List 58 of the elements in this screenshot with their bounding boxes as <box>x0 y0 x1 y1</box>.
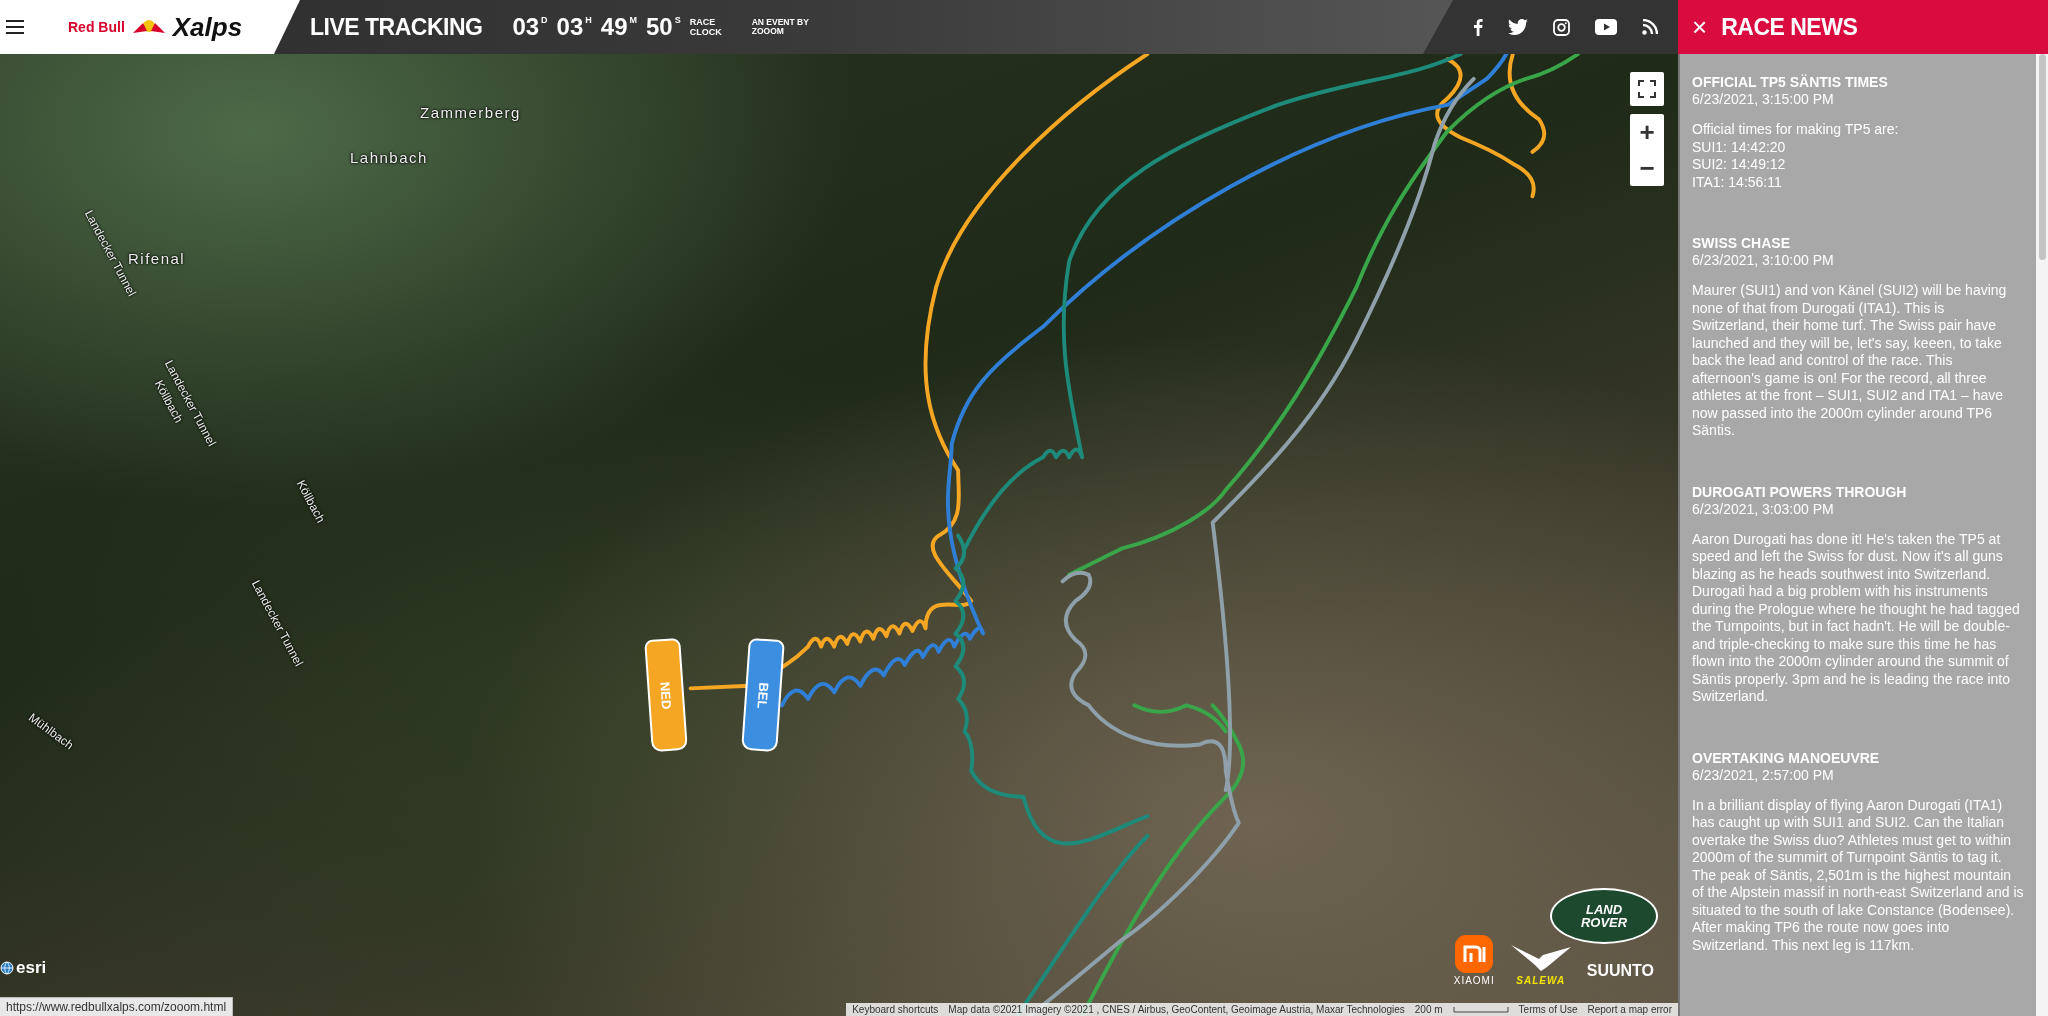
news-headline: DUROGATI POWERS THROUGH <box>1692 483 1908 500</box>
news-date: 6/23/2021, 3:15:00 PM <box>1692 91 1835 107</box>
glider-label: NED <box>657 680 675 710</box>
rss-icon[interactable] <box>1642 19 1658 35</box>
news-date: 6/23/2021, 3:10:00 PM <box>1692 252 1835 268</box>
news-headline: SWISS CHASE <box>1692 235 1791 251</box>
map-place-label: Lahnbach <box>350 149 428 166</box>
menu-icon[interactable] <box>6 20 24 34</box>
sponsor-name: SUUNTO <box>1586 962 1654 980</box>
news-body: Maurer (SUI1) and von Känel (SUI2) will be having none of that from Durogati (ITA1). This is Switzerland, their home turf. The Swiss pair have launched and they will be, let's say, keeen, to take back the lead and control of the race. This afternoon's game is on! For the record, all three athletes at the front – SUI1, SUI2 and ITA1 – have now passed into the 2000m cylinder around TP6 Säntis. <box>1692 282 2008 440</box>
attribution-link[interactable]: Terms of Use <box>1518 1004 1578 1015</box>
instagram-icon[interactable] <box>1553 18 1570 36</box>
attribution-link[interactable]: Report a map error <box>1587 1004 1672 1015</box>
zoom-out-button[interactable]: − <box>1630 150 1664 186</box>
news-headline: OVERTAKING MANOEUVRE <box>1692 749 1881 766</box>
clock-unit: M <box>629 15 637 25</box>
globe-icon <box>0 961 14 975</box>
news-headline: OFFICIAL TP5 SÄNTIS TIMES <box>1692 74 1889 90</box>
esri-logo-text: esri <box>16 958 47 978</box>
page-title: LIVE TRACKING <box>310 13 483 41</box>
news-body: Aaron Durogati has done it! He's taken the TP5 at speed and left the Swiss for dust. Now it's all guns blazing as he heads southwest into Switzerland. Durogati had a big problem with his instruments during the Prologue where he thought he had tagged the Turnpoints, but in fact hadn't. He will be double- and triple-checking to make sure this time he has flown into the 2000m cylinder around the summit of Säntis properly. 3pm and he is leading the race into Switzerland. <box>1692 530 2021 706</box>
clock-value: 50 <box>646 13 673 41</box>
clock-unit: D <box>541 15 548 25</box>
clock-value: 03 <box>512 13 540 41</box>
glider-label: BEL <box>754 681 772 709</box>
clock-unit: H <box>585 15 592 25</box>
status-url: https://www.redbullxalps.com/zooom.html <box>0 997 234 1016</box>
news-body: Official times for making TP5 are: SUI1: 14:42:20 SUI2: 14:49:12 ITA1: 14:56:11 <box>1692 121 1900 191</box>
sponsor-name: SALEWA <box>1516 975 1566 986</box>
attribution-link[interactable]: Keyboard shortcuts <box>852 1004 939 1015</box>
attribution-link[interactable]: Map data ©2021 Imagery ©2021 , CNES / Airbus, GeoContent, Geoimage Austria, Maxar Technologies <box>948 1004 1405 1015</box>
clock-value: 03 <box>556 13 584 41</box>
land-rover-text: LAND ROVER <box>1580 903 1628 929</box>
news-date: 6/23/2021, 3:03:00 PM <box>1692 500 1835 517</box>
scale-label: 200 m <box>1414 1004 1443 1015</box>
facebook-icon[interactable] <box>1473 18 1483 36</box>
fullscreen-icon <box>1638 80 1656 98</box>
satellite-map[interactable] <box>0 54 1678 1016</box>
news-body: In a brilliant display of flying Aaron Durogati (ITA1) has caught up with SUI1 and SUI2. Can the Italian overtake the Swiss duo? Athletes must get to within 2000m of the summirt of Turnpoint Säntis to tag it. The peak of Säntis, 2,501m is the highest mountain of the Alpstein massif in north-east Switzerland and is situated to the south of lake Constance (Bodensee). After making TP6 the route now goes into Switzerland. This next leg is 117km. <box>1692 796 2024 954</box>
scrollbar-thumb[interactable] <box>2038 54 2046 260</box>
fullscreen-button[interactable] <box>1630 72 1664 106</box>
clock-value: 49 <box>600 13 628 41</box>
event-by-text: AN EVENT BY ZOOOM <box>751 18 809 36</box>
video-play-icon[interactable] <box>1595 19 1617 35</box>
close-button[interactable]: × <box>1692 14 1708 40</box>
news-title: RACE NEWS <box>1721 13 1858 41</box>
news-date: 6/23/2021, 2:57:00 PM <box>1692 766 1835 783</box>
clock-label: RACE CLOCK <box>689 17 722 37</box>
clock-unit: S <box>674 15 681 25</box>
logo-brand-text: Red Bull <box>68 19 125 35</box>
scale-bar-icon <box>1452 1006 1509 1013</box>
sponsor-name: XIAOMI <box>1453 975 1495 986</box>
scrollbar[interactable] <box>2036 54 2048 1016</box>
zoom-in-button[interactable]: + <box>1630 114 1664 150</box>
logo-name-text: Xalps <box>172 11 243 43</box>
map-place-label: Zammerberg <box>420 104 521 121</box>
twitter-icon[interactable] <box>1508 19 1528 35</box>
xiaomi-logo-icon <box>1455 935 1494 973</box>
